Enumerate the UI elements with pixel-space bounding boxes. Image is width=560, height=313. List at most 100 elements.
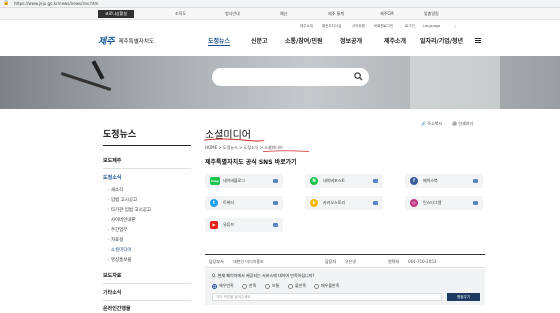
staff-value: 유은영 (345, 259, 357, 264)
print-button[interactable]: 🖨 인쇄하기 (452, 121, 473, 127)
radio-dot[interactable] (288, 283, 293, 289)
menu-icon[interactable] (475, 38, 481, 43)
link-icon (473, 201, 478, 205)
sns-label: 유튜브 (223, 222, 235, 227)
util-link-guest-login[interactable]: 비회원로그인 (374, 24, 393, 29)
divider (103, 300, 191, 301)
radio-unsatisfied[interactable]: 불만족 (288, 283, 306, 289)
dept-key: 담당부서 (209, 259, 224, 264)
naver-post-icon: N (310, 177, 318, 185)
submit-rating-button[interactable]: 평점주기 (447, 293, 480, 301)
logo-name: 제주특별자치도 (118, 38, 154, 45)
search-icon[interactable] (354, 72, 363, 81)
sidebar-sub-video[interactable]: · 영상홍보물 (108, 257, 132, 263)
survey-comment-input[interactable]: 기타 의견을 남겨주세요 (212, 293, 442, 301)
logo-mark: 제주 (98, 37, 115, 47)
radio-dot[interactable] (242, 283, 247, 289)
sidebar-sub-archive[interactable]: · 자료실 (108, 237, 123, 243)
topbar-link-budget[interactable]: 예산 (280, 11, 287, 17)
red-annotation-underline (203, 138, 265, 142)
topbar-link-cm[interactable]: 제주CM (380, 11, 394, 17)
link-icon (373, 201, 378, 205)
browser-address-bar: 🔒 https://www.jeju.go.kr/news/news/sns.h… (0, 0, 560, 8)
sns-label: 네이버포스트 (323, 178, 346, 183)
sns-section-title: 제주특별자치도 공식 SNS 바로가기 (205, 159, 297, 166)
sns-label: 트위터 (223, 200, 235, 205)
sidebar-sub-weekly[interactable]: · 주간업무 (108, 227, 127, 233)
language-select[interactable]: Language (423, 24, 440, 28)
sidebar-item-dojeong[interactable]: 도정소식 (103, 174, 121, 181)
radio-neutral[interactable]: 보통 (265, 283, 279, 289)
radio-very-satisfied[interactable]: 매우만족 (212, 283, 234, 289)
hero-banner (0, 56, 560, 109)
naver-blog-icon: blog (210, 177, 220, 185)
corona-center-button[interactable]: 코로나상황실 (98, 10, 134, 18)
util-link-governor[interactable]: 열린도지사실 (322, 24, 341, 29)
link-icon (273, 223, 278, 227)
sidebar-item-press[interactable]: 보도자료 (103, 272, 121, 279)
topbar-link-stats[interactable]: 제주 통계 (328, 11, 344, 17)
lock-icon: 🔒 (3, 0, 10, 6)
sidebar-sub-legislation[interactable]: · 입법 고시공고 (108, 197, 137, 203)
tel-key: 연락처 (388, 259, 400, 264)
red-annotation-underline (262, 150, 310, 152)
radio-dot[interactable] (314, 283, 319, 289)
divider (103, 168, 191, 169)
util-link-intro[interactable]: 제주소개 (300, 24, 313, 29)
twitter-icon: t (210, 199, 218, 207)
copy-url-button[interactable]: 🔗 주소복사 (421, 121, 442, 127)
radio-very-unsatisfied[interactable]: 매우불만족 (314, 283, 339, 289)
link-icon (273, 179, 278, 183)
address-url[interactable]: https://www.jeju.go.kr/news/news/sns.htm (14, 1, 98, 6)
topbar-link-alarm[interactable]: 맞춤알림 (424, 11, 439, 17)
sidebar-item-bodojeju[interactable]: 보도제주 (103, 157, 121, 164)
dept-value: 대변인 미디어홍보 (233, 259, 264, 264)
link-icon (273, 201, 278, 205)
nav-jobs[interactable]: 일자리/기업/청년 (420, 36, 463, 45)
sidebar-sub-news[interactable]: · 새소식 (108, 187, 123, 193)
sns-label: 페이스북 (423, 178, 438, 183)
microphone-stand-image (60, 72, 112, 91)
sidebar-title: 도정뉴스 (103, 130, 137, 140)
site-logo[interactable]: 제주 제주특별자치도 (98, 34, 154, 47)
sns-card-kakaostory[interactable]: k 카카오스토리 (305, 196, 383, 210)
sns-card-twitter[interactable]: t 트위터 (205, 196, 283, 210)
chevron-down-icon: ⌄ (454, 24, 457, 28)
nav-news[interactable]: 도정뉴스 (208, 36, 231, 46)
radio-satisfied[interactable]: 만족 (242, 283, 256, 289)
sns-label: 네이버블로그 (223, 178, 246, 183)
sns-label: 인스타그램 (423, 200, 442, 205)
survey-question: Q. 현재 페이지에서 제공되는 서비스에 대하여 만족하십니까? (212, 273, 315, 278)
nav-information[interactable]: 정보공개 (340, 36, 362, 45)
util-link-login[interactable]: 로그인 (405, 24, 415, 29)
util-link-sitemap[interactable]: 사이트맵 (352, 24, 365, 29)
nav-participation[interactable]: 소통/참여/민원 (285, 36, 323, 45)
satisfaction-survey: Q. 현재 페이지에서 제공되는 서비스에 대하여 만족하십니까? 매우만족 만… (205, 269, 485, 305)
sns-card-facebook[interactable]: f 페이스북 (405, 174, 483, 188)
top-utility-bar: 코로나상황실 조직도 청사안내 예산 제주 통계 제주CM 맞춤알림 (0, 8, 560, 20)
facebook-icon: f (410, 177, 418, 185)
microphone-image (91, 60, 105, 80)
sidebar-sub-social-media[interactable]: · 소셜미디어 (108, 247, 132, 253)
topbar-link-building[interactable]: 청사안내 (225, 11, 240, 17)
nav-petition[interactable]: 신문고 (251, 36, 268, 45)
sidebar-item-other-news[interactable]: 기타소식 (103, 289, 121, 296)
nav-about[interactable]: 제주소개 (384, 36, 406, 45)
department-info: 담당부서 대변인 미디어홍보 담당자 유은영 연락처 064-710-2053 (205, 254, 485, 268)
search-input[interactable] (212, 68, 369, 86)
sidebar-sub-cyber-board[interactable]: · 사이버안내판 (108, 217, 136, 223)
staff-key: 담당자 (325, 259, 337, 264)
sns-card-instagram[interactable]: ◎ 인스타그램 (405, 196, 483, 210)
sns-card-naver-post[interactable]: N 네이버포스트 (305, 174, 383, 188)
radio-dot[interactable] (265, 283, 270, 289)
tel-value: 064-710-2053 (408, 259, 437, 264)
divider (103, 283, 191, 284)
topbar-link-org[interactable]: 조직도 (175, 11, 186, 17)
hero-background-figure (410, 56, 500, 109)
radio-dot[interactable] (212, 283, 217, 289)
sidebar-sub-other-legislation[interactable]: · 타기관 입법 고시공고 (108, 207, 151, 213)
sidebar-item-publications[interactable]: 온라인간행물 (103, 305, 131, 312)
instagram-icon: ◎ (410, 199, 418, 207)
sns-card-youtube[interactable]: ▶ 유튜브 (205, 218, 283, 232)
sns-card-naver-blog[interactable]: blog 네이버블로그 (205, 174, 283, 188)
